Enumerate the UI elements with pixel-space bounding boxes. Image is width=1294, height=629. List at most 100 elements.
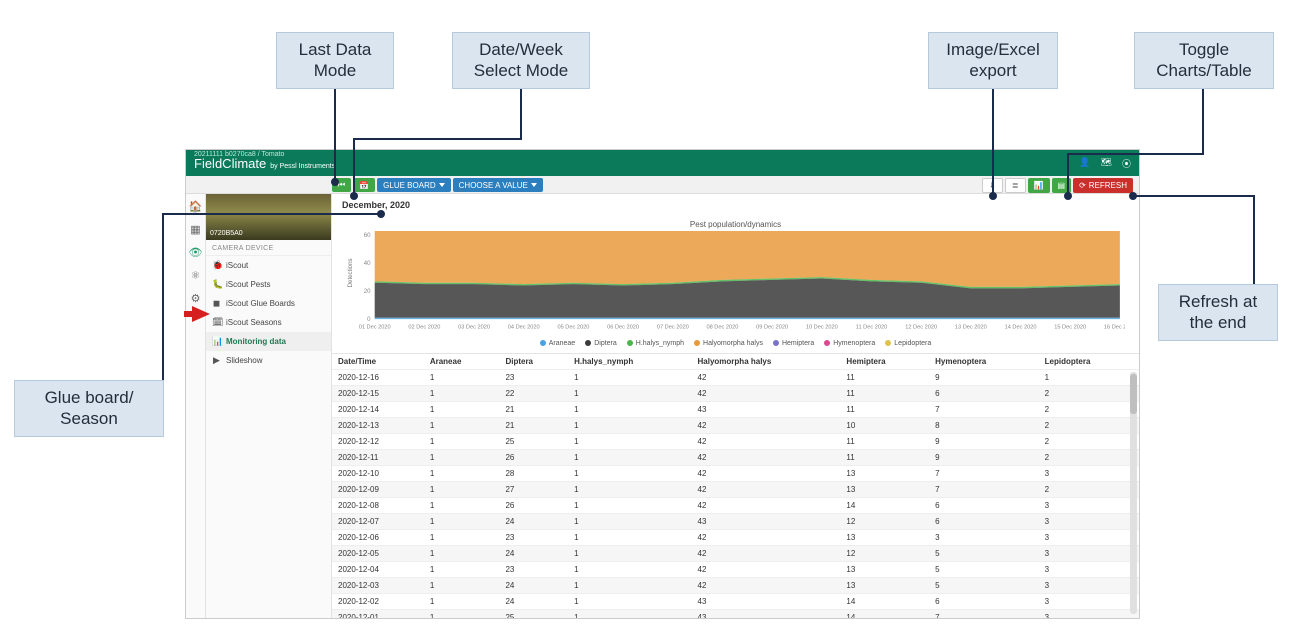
chart-icon: 📊 bbox=[1034, 181, 1044, 190]
column-header: Hymenoptera bbox=[929, 354, 1039, 370]
svg-text:01 Dec 2020: 01 Dec 2020 bbox=[359, 324, 391, 330]
svg-text:07 Dec 2020: 07 Dec 2020 bbox=[657, 324, 689, 330]
main-panel: December, 2020 Pest population/dynamics … bbox=[332, 194, 1139, 618]
sidebar-item-iscout-pests[interactable]: 🐛 iScout Pests bbox=[206, 275, 331, 294]
svg-text:15 Dec 2020: 15 Dec 2020 bbox=[1054, 324, 1086, 330]
sidebar-item-icon: ◼ bbox=[212, 298, 221, 309]
table-row: 2020-12-011251431473 bbox=[332, 609, 1139, 618]
chart-area-Araneae bbox=[375, 318, 1120, 319]
svg-text:03 Dec 2020: 03 Dec 2020 bbox=[458, 324, 490, 330]
map-icon[interactable]: 🗺 bbox=[1101, 157, 1112, 170]
sidebar-item-iscout-seasons[interactable]: 🗓iScout Seasons bbox=[206, 313, 331, 332]
svg-text:04 Dec 2020: 04 Dec 2020 bbox=[508, 324, 540, 330]
sidebar-item-monitoring-data[interactable]: 📊Monitoring data bbox=[206, 332, 331, 351]
skip-back-icon: ⏮ bbox=[338, 180, 345, 190]
sidebar-item-label: iScout Glue Boards bbox=[226, 299, 295, 308]
anno-glue-board-season: Glue board/Season bbox=[14, 380, 164, 437]
chart-title: Pest population/dynamics bbox=[346, 220, 1125, 229]
svg-text:60: 60 bbox=[364, 232, 371, 239]
column-header: Date/Time bbox=[332, 354, 424, 370]
table-row: 2020-12-071241431263 bbox=[332, 513, 1139, 529]
anno-refresh-end: Refresh atthe end bbox=[1158, 284, 1278, 341]
legend-item: Araneae bbox=[540, 340, 575, 347]
svg-text:0: 0 bbox=[367, 316, 371, 323]
table-row: 2020-12-051241421253 bbox=[332, 545, 1139, 561]
sidebar-item-label: Slideshow bbox=[226, 356, 262, 365]
legend-item: Hemiptera bbox=[773, 340, 814, 347]
sidebar: 0720B5A0 CAMERA DEVICE 🐞iScout🐛iScout Pe… bbox=[206, 194, 332, 618]
toolbar: ⏮ 📅 GLUE BOARD CHOOSE A VALUE ⬇ ≣ 📊 ▤ ⟳ … bbox=[186, 176, 1139, 194]
legend-item: Lepidoptera bbox=[885, 340, 931, 347]
sidebar-item-label: iScout Seasons bbox=[226, 318, 282, 327]
sidebar-item-iscout-glue-boards[interactable]: ◼ iScout Glue Boards bbox=[206, 294, 331, 313]
glue-board-dropdown[interactable]: GLUE BOARD bbox=[377, 178, 450, 192]
svg-text:06 Dec 2020: 06 Dec 2020 bbox=[607, 324, 639, 330]
svg-text:08 Dec 2020: 08 Dec 2020 bbox=[706, 324, 738, 330]
refresh-button[interactable]: ⟳ REFRESH bbox=[1073, 178, 1133, 193]
table-row: 2020-12-021241431463 bbox=[332, 593, 1139, 609]
sidebar-item-icon: ▶ bbox=[212, 355, 221, 366]
data-table-wrap: Date/TimeAraneaeDipteraH.halys_nymphHaly… bbox=[332, 353, 1139, 619]
column-header: Hemiptera bbox=[840, 354, 929, 370]
scrollbar[interactable] bbox=[1130, 372, 1137, 615]
station-id: 0720B5A0 bbox=[210, 230, 243, 237]
sidebar-item-label: iScout Pests bbox=[226, 280, 270, 289]
legend-item: H.halys_nymph bbox=[627, 340, 684, 347]
calendar-button[interactable]: 📅 bbox=[353, 178, 375, 192]
chevron-down-icon bbox=[439, 183, 445, 187]
svg-text:20: 20 bbox=[364, 288, 371, 295]
gear-icon[interactable]: ⚙ bbox=[191, 292, 201, 305]
sidebar-item-icon: 🐛 bbox=[212, 279, 221, 290]
svg-text:12 Dec 2020: 12 Dec 2020 bbox=[905, 324, 937, 330]
choose-value-dropdown[interactable]: CHOOSE A VALUE bbox=[453, 178, 543, 192]
svg-text:11 Dec 2020: 11 Dec 2020 bbox=[856, 324, 887, 330]
grid-icon[interactable]: ▦ bbox=[190, 223, 200, 236]
table-row: 2020-12-121251421192 bbox=[332, 433, 1139, 449]
svg-text:16 Dec 2020: 16 Dec 2020 bbox=[1104, 324, 1125, 330]
chart-area-Halyomorpha halys bbox=[375, 231, 1120, 287]
chart-ylabel: Detections bbox=[347, 258, 354, 287]
svg-text:10 Dec 2020: 10 Dec 2020 bbox=[806, 324, 838, 330]
column-header: Araneae bbox=[424, 354, 500, 370]
spreadsheet-icon: ≣ bbox=[1012, 181, 1019, 190]
anno-last-data-mode: Last DataMode bbox=[276, 32, 394, 89]
anno-date-week-mode: Date/WeekSelect Mode bbox=[452, 32, 590, 89]
person-icon[interactable]: 👤 bbox=[1079, 157, 1090, 170]
column-header: Lepidoptera bbox=[1039, 354, 1139, 370]
home-icon[interactable]: 🏠 bbox=[189, 200, 203, 213]
table-row: 2020-12-161231421191 bbox=[332, 369, 1139, 385]
table-row: 2020-12-111261421192 bbox=[332, 449, 1139, 465]
broadcast-icon[interactable]: ⦿ bbox=[1122, 157, 1131, 170]
calendar-icon: 📅 bbox=[359, 181, 369, 190]
table-row: 2020-12-041231421353 bbox=[332, 561, 1139, 577]
column-header: H.halys_nymph bbox=[568, 354, 691, 370]
table-row: 2020-12-151221421162 bbox=[332, 385, 1139, 401]
red-arrow-icon bbox=[192, 306, 210, 322]
sidebar-item-slideshow[interactable]: ▶ Slideshow bbox=[206, 351, 331, 370]
sidebar-item-iscout[interactable]: 🐞iScout bbox=[206, 256, 331, 275]
breadcrumb: 20211111 b0270ca8 / Tomato bbox=[194, 151, 284, 158]
app-header: FieldClimateby Pessl Instruments 👤 🗺 ⦿ bbox=[186, 150, 1139, 176]
refresh-icon: ⟳ bbox=[1079, 181, 1086, 190]
legend-item: Halyomorpha halys bbox=[694, 340, 763, 347]
period-label: December, 2020 bbox=[332, 194, 1139, 216]
column-header: Halyomorpha halys bbox=[692, 354, 841, 370]
chart-legend: Araneae Diptera H.halys_nymph Halyomorpha h… bbox=[346, 340, 1125, 347]
atom-icon[interactable]: ⚛ bbox=[191, 269, 201, 282]
table-row: 2020-12-141211431172 bbox=[332, 401, 1139, 417]
table-row: 2020-12-081261421463 bbox=[332, 497, 1139, 513]
svg-text:02 Dec 2020: 02 Dec 2020 bbox=[408, 324, 440, 330]
export-excel-button[interactable]: ≣ bbox=[1005, 178, 1026, 193]
chevron-down-icon bbox=[531, 183, 537, 187]
table-row: 2020-12-131211421082 bbox=[332, 417, 1139, 433]
table-row: 2020-12-031241421353 bbox=[332, 577, 1139, 593]
sidebar-item-label: iScout bbox=[226, 261, 248, 270]
station-thumbnail[interactable]: 0720B5A0 bbox=[206, 194, 331, 240]
toggle-chart-button[interactable]: 📊 bbox=[1028, 178, 1050, 193]
eye-icon[interactable]: 👁 bbox=[189, 246, 203, 259]
column-header: Diptera bbox=[499, 354, 568, 370]
legend-item: Diptera bbox=[585, 340, 617, 347]
table-icon: ▤ bbox=[1058, 181, 1066, 190]
pest-chart: Detections 0204060 01 Dec 202002 Dec 202… bbox=[346, 231, 1125, 334]
legend-item: Hymenoptera bbox=[824, 340, 875, 347]
